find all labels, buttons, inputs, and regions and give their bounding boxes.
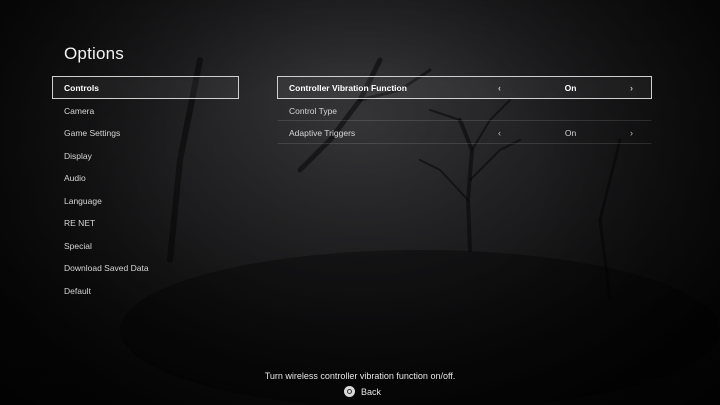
option-label: Control Type — [289, 105, 338, 116]
chevron-left-icon[interactable]: ‹ — [498, 77, 501, 100]
help-text: Turn wireless controller vibration funct… — [264, 371, 456, 381]
menu-item-display[interactable]: Display — [52, 144, 239, 167]
back-label: Back — [361, 386, 382, 397]
option-row-adaptive-triggers[interactable]: Adaptive Triggers ‹ On › — [277, 121, 652, 144]
menu-item-special[interactable]: Special — [52, 234, 239, 257]
option-row-control-type[interactable]: Control Type — [277, 99, 652, 121]
option-row-controller-vibration[interactable]: Controller Vibration Function ‹ On › — [277, 76, 652, 99]
menu-item-game-settings[interactable]: Game Settings — [52, 121, 239, 144]
options-screen: Options Controls Camera Game Settings Di… — [0, 0, 720, 405]
circle-button-icon — [344, 386, 355, 397]
options-menu: Controls Camera Game Settings Display Au… — [52, 76, 239, 301]
chevron-right-icon[interactable]: › — [630, 77, 633, 100]
option-value: On — [564, 83, 577, 93]
chevron-right-icon[interactable]: › — [630, 122, 633, 145]
menu-item-language[interactable]: Language — [52, 189, 239, 212]
controls-options-list: Controller Vibration Function ‹ On › Con… — [277, 76, 652, 144]
option-value: On — [564, 128, 577, 138]
back-button[interactable]: Back — [344, 386, 381, 397]
chevron-left-icon[interactable]: ‹ — [498, 122, 501, 145]
option-label: Controller Vibration Function — [289, 83, 407, 93]
menu-item-audio[interactable]: Audio — [52, 166, 239, 189]
menu-item-re-net[interactable]: RE NET — [52, 211, 239, 234]
option-label: Adaptive Triggers — [289, 128, 356, 138]
menu-item-download-saved-data[interactable]: Download Saved Data — [52, 256, 239, 279]
menu-item-camera[interactable]: Camera — [52, 99, 239, 122]
menu-item-controls[interactable]: Controls — [52, 76, 239, 99]
page-title: Options — [64, 44, 124, 63]
menu-item-default[interactable]: Default — [52, 279, 239, 302]
